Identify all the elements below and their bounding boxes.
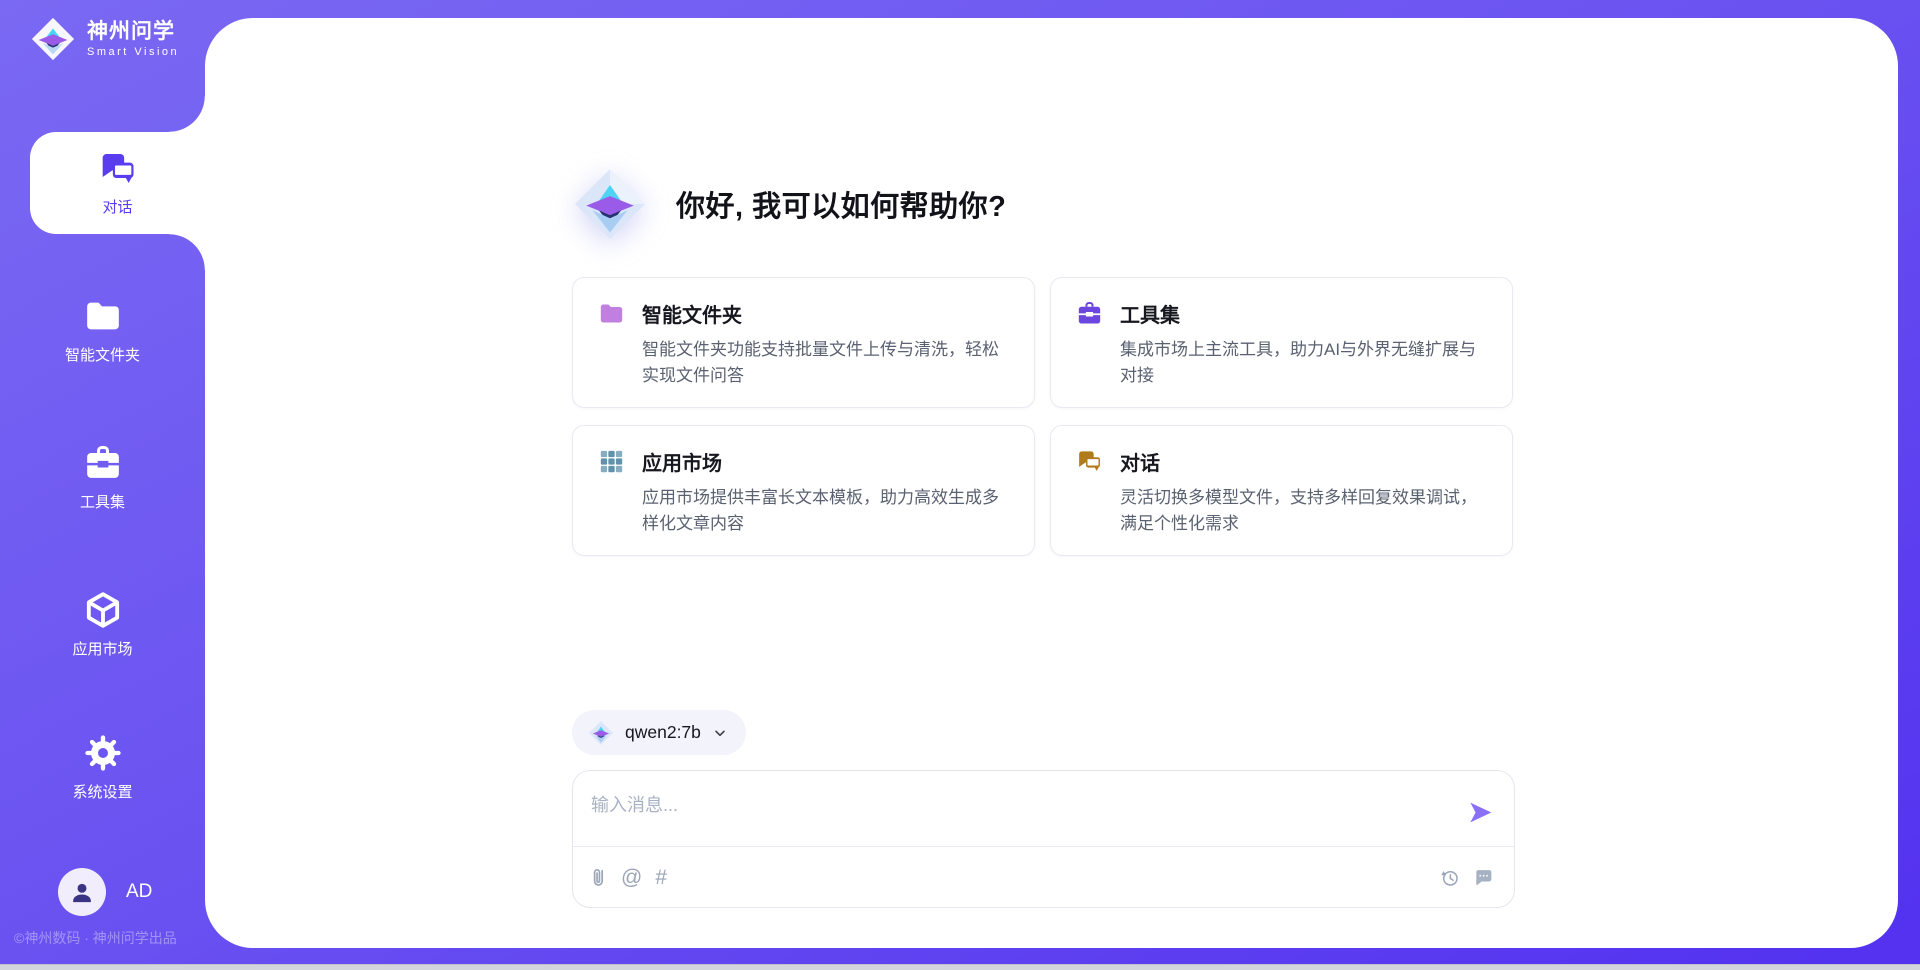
card-body: 对话 灵活切换多模型文件，支持多样回复效果调试，满足个性化需求 [1120, 447, 1490, 555]
model-selector[interactable]: qwen2:7b [572, 710, 746, 755]
greeting: 你好, 我可以如何帮助你? [572, 166, 1006, 242]
card-title: 应用市场 [642, 447, 1012, 476]
attach-button[interactable] [589, 867, 608, 888]
card-body: 应用市场 应用市场提供丰富长文本模板，助力高效生成多样化文章内容 [642, 447, 1012, 555]
card-smart-folder[interactable]: 智能文件夹 智能文件夹功能支持批量文件上传与清洗，轻松实现文件问答 [572, 277, 1035, 408]
mention-button[interactable]: @ [621, 867, 642, 888]
card-description: 应用市场提供丰富长文本模板，助力高效生成多样化文章内容 [642, 485, 1012, 536]
card-app-market[interactable]: 应用市场 应用市场提供丰富长文本模板，助力高效生成多样化文章内容 [572, 425, 1035, 556]
folder-icon [83, 296, 123, 336]
toolbox-icon [83, 443, 123, 483]
history-icon [1439, 867, 1460, 888]
send-icon [1467, 799, 1494, 826]
app-title: 神州问学 [87, 20, 179, 43]
sidebar-item-toolset[interactable]: 工具集 [0, 443, 205, 512]
card-title: 智能文件夹 [642, 299, 1012, 328]
chat-icon [98, 149, 138, 189]
card-body: 智能文件夹 智能文件夹功能支持批量文件上传与清洗，轻松实现文件问答 [642, 299, 1012, 407]
window-bottom-edge [0, 964, 1920, 970]
person-icon [69, 879, 95, 905]
card-description: 灵活切换多模型文件，支持多样回复效果调试，满足个性化需求 [1120, 485, 1490, 536]
card-description: 集成市场上主流工具，助力AI与外界无缝扩展与对接 [1120, 337, 1490, 388]
sidebar-item-smart-folder[interactable]: 智能文件夹 [0, 296, 205, 365]
sidebar-item-label: 系统设置 [72, 781, 132, 802]
card-chat[interactable]: 对话 灵活切换多模型文件，支持多样回复效果调试，满足个性化需求 [1050, 425, 1513, 556]
card-toolset[interactable]: 工具集 集成市场上主流工具，助力AI与外界无缝扩展与对接 [1050, 277, 1513, 408]
greeting-text: 你好, 我可以如何帮助你? [676, 183, 1006, 225]
user-profile[interactable]: AD [58, 868, 152, 916]
sidebar-item-label: 应用市场 [72, 638, 132, 659]
composer-toolbar: @ # [589, 847, 1494, 908]
gear-icon [83, 733, 123, 773]
card-body: 工具集 集成市场上主流工具，助力AI与外界无缝扩展与对接 [1120, 299, 1490, 407]
app-subtitle: Smart Vision [87, 46, 179, 58]
send-button[interactable] [1466, 799, 1494, 827]
brand-text: 神州问学 Smart Vision [87, 20, 179, 58]
chat-home: 你好, 我可以如何帮助你? 智能文件夹 智能文件夹功能支持批量文件上传与清洗，轻… [572, 18, 1515, 948]
main-panel: 你好, 我可以如何帮助你? 智能文件夹 智能文件夹功能支持批量文件上传与清洗，轻… [205, 18, 1898, 948]
user-name: AD [126, 881, 152, 903]
topic-button[interactable]: # [655, 867, 667, 888]
sidebar-item-chat[interactable]: 对话 [30, 132, 205, 234]
chat-icon [1076, 448, 1103, 475]
model-name: qwen2:7b [625, 722, 701, 743]
at-icon: @ [621, 867, 642, 888]
avatar [58, 868, 106, 916]
app-logo-icon [30, 16, 76, 62]
feature-cards: 智能文件夹 智能文件夹功能支持批量文件上传与清洗，轻松实现文件问答 工具集 集成… [572, 277, 1513, 556]
card-title: 工具集 [1120, 299, 1490, 328]
message-input[interactable] [589, 789, 1433, 841]
sidebar-item-settings[interactable]: 系统设置 [0, 733, 205, 802]
paperclip-icon [589, 867, 608, 888]
comment-button[interactable] [1473, 867, 1494, 888]
brand: 神州问学 Smart Vision [30, 16, 179, 62]
history-button[interactable] [1439, 867, 1460, 888]
cube-icon [83, 590, 123, 630]
app-window: 神州问学 Smart Vision 对话 智能文件夹 [0, 0, 1920, 970]
folder-icon [598, 300, 625, 327]
card-description: 智能文件夹功能支持批量文件上传与清洗，轻松实现文件问答 [642, 337, 1012, 388]
chevron-down-icon [712, 725, 728, 741]
sidebar-item-label: 工具集 [80, 491, 125, 512]
hash-icon: # [655, 867, 667, 888]
sidebar-item-label: 对话 [102, 196, 132, 217]
grid-icon [598, 448, 625, 475]
sidebar-item-app-market[interactable]: 应用市场 [0, 590, 205, 659]
assistant-logo-icon [572, 166, 648, 242]
sidebar-item-label: 智能文件夹 [65, 344, 140, 365]
toolbox-icon [1076, 300, 1103, 327]
comment-icon [1473, 867, 1494, 888]
message-composer: @ # [572, 770, 1515, 908]
copyright: ©神州数码 · 神州问学出品 [14, 928, 177, 948]
model-logo-icon [588, 720, 614, 746]
card-title: 对话 [1120, 447, 1490, 476]
sidebar: 神州问学 Smart Vision 对话 智能文件夹 [0, 0, 205, 970]
